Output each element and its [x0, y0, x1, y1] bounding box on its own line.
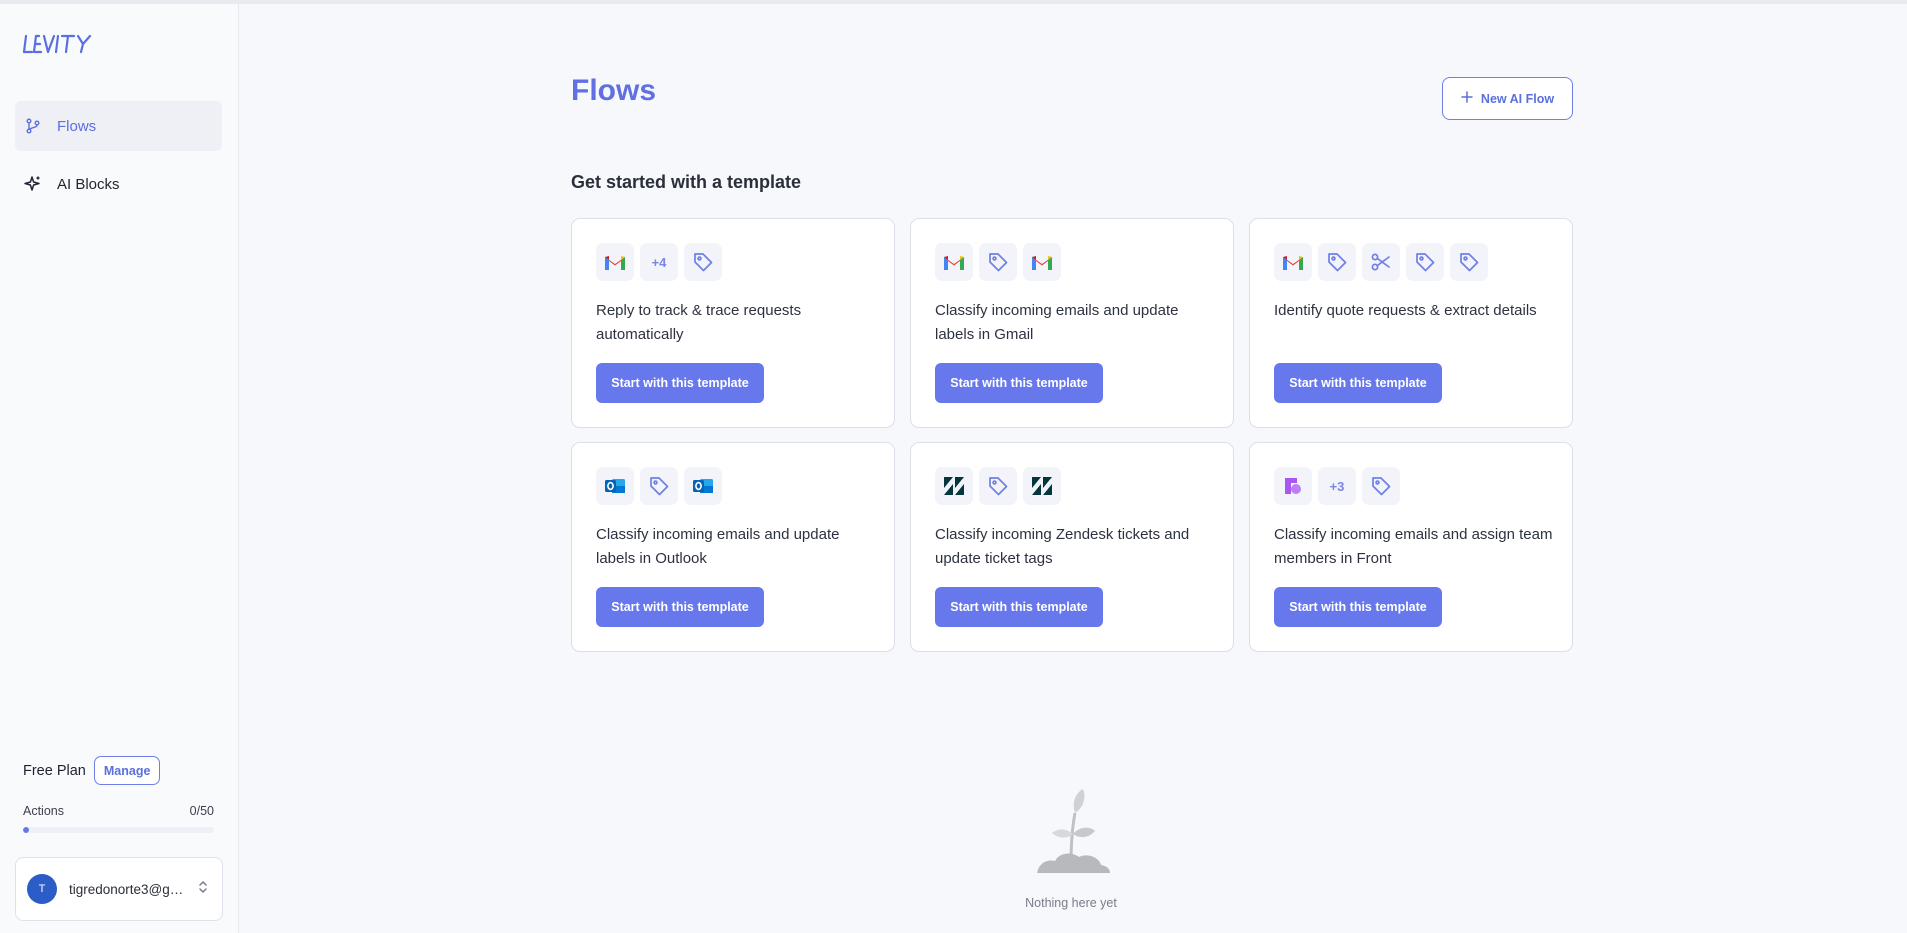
actions-usage: Actions 0/50	[23, 804, 214, 818]
new-ai-flow-button[interactable]: New AI Flow	[1442, 77, 1573, 120]
gmail-icon	[1023, 243, 1061, 281]
gmail-icon	[1274, 243, 1312, 281]
app-window: Flows AI Blocks Free Plan Manage Actions…	[0, 0, 1907, 933]
tag-icon	[1406, 243, 1444, 281]
start-template-button[interactable]: Start with this template	[935, 363, 1103, 403]
section-title: Get started with a template	[571, 172, 802, 192]
template-title: Classify incoming emails and update labe…	[935, 302, 1179, 343]
plan-info: Free Plan Manage	[23, 756, 161, 785]
template-integration-icons: +3	[1274, 467, 1400, 505]
template-card: Classify incoming emails and update labe…	[571, 442, 895, 652]
actions-progress-fill	[23, 827, 29, 833]
template-card: +4 Reply to track & trace requests automa…	[571, 218, 895, 428]
tag-icon	[979, 467, 1017, 505]
zendesk-icon	[1023, 467, 1061, 505]
sidebar-item-flows[interactable]: Flows	[15, 101, 222, 151]
sparkle-icon	[24, 175, 42, 193]
more-integrations-badge: +3	[1318, 467, 1356, 505]
manage-plan-button[interactable]: Manage	[93, 756, 161, 785]
tag-icon	[1450, 243, 1488, 281]
front-icon	[1274, 467, 1312, 505]
template-card: Classify incoming emails and update labe…	[910, 218, 1234, 428]
template-integration-icons	[935, 243, 1061, 281]
start-template-button[interactable]: Start with this template	[596, 363, 764, 403]
tag-icon	[684, 243, 722, 281]
start-template-button[interactable]: Start with this template	[1274, 587, 1442, 627]
start-template-button[interactable]: Start with this template	[596, 587, 764, 627]
gmail-icon	[596, 243, 634, 281]
sidebar-item-label: AI Blocks	[57, 175, 120, 193]
chevron-up-down-icon	[197, 879, 209, 900]
template-card: +3 Classify incoming emails and assign te…	[1249, 442, 1573, 652]
plan-name: Free Plan	[23, 762, 86, 779]
levity-logo[interactable]	[22, 32, 100, 63]
user-email: tigredonorte3@gmail.com	[69, 881, 189, 897]
new-ai-flow-label: New AI Flow	[1480, 91, 1555, 106]
template-title: Reply to track & trace requests automati…	[596, 302, 802, 343]
more-integrations-badge: +4	[640, 243, 678, 281]
start-template-button[interactable]: Start with this template	[1274, 363, 1442, 403]
start-template-button[interactable]: Start with this template	[935, 587, 1103, 627]
tag-icon	[1318, 243, 1356, 281]
avatar: T	[27, 874, 57, 904]
scissors-icon	[1362, 243, 1400, 281]
template-title: Classify incoming emails and update labe…	[596, 526, 840, 567]
tag-icon	[979, 243, 1017, 281]
template-integration-icons: +4	[596, 243, 722, 281]
sidebar-item-label: Flows	[57, 117, 97, 135]
template-integration-icons	[596, 467, 722, 505]
empty-state-text: Nothing here yet	[1025, 896, 1117, 910]
logo-wordmark	[22, 34, 92, 54]
zendesk-icon	[935, 467, 973, 505]
gmail-icon	[935, 243, 973, 281]
template-title: Classify incoming emails and assign team…	[1274, 526, 1553, 567]
outlook-icon	[596, 467, 634, 505]
template-card: Identify quote requests & extract detail…	[1249, 218, 1573, 428]
plant-illustration	[1035, 789, 1110, 878]
template-integration-icons	[1274, 243, 1488, 281]
plus-icon	[1461, 91, 1473, 106]
template-integration-icons	[935, 467, 1061, 505]
actions-label: Actions	[23, 804, 64, 818]
actions-progress-bar	[23, 827, 214, 833]
tag-icon	[1362, 467, 1400, 505]
template-title: Classify incoming Zendesk tickets and up…	[935, 526, 1190, 567]
template-title: Identify quote requests & extract detail…	[1274, 302, 1537, 319]
template-card: Classify incoming Zendesk tickets and up…	[910, 442, 1234, 652]
outlook-icon	[684, 467, 722, 505]
sidebar: Flows AI Blocks Free Plan Manage Actions…	[0, 4, 239, 933]
actions-count: 0/50	[189, 804, 214, 818]
flow-branch-icon	[24, 117, 42, 135]
page-title: Flows	[571, 74, 657, 107]
tag-icon	[640, 467, 678, 505]
user-menu[interactable]: T tigredonorte3@gmail.com	[15, 857, 223, 921]
sidebar-item-ai-blocks[interactable]: AI Blocks	[15, 159, 222, 209]
